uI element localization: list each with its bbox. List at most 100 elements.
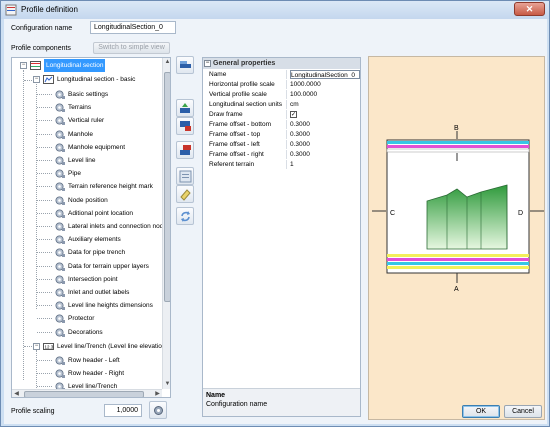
- property-key: Frame offset - left: [209, 140, 287, 149]
- tree-item-label: Basic settings: [68, 91, 109, 98]
- title-bar[interactable]: Profile definition ✕: [1, 1, 549, 19]
- add-row-icon: [180, 61, 191, 68]
- move-down-button[interactable]: [176, 117, 194, 135]
- config-name-label: Configuration name: [11, 25, 73, 32]
- tree-connector: [24, 80, 32, 81]
- description-title: Name: [206, 392, 226, 399]
- scroll-right-arrow-icon[interactable]: ▶: [153, 390, 162, 397]
- profile-scaling-input[interactable]: 1,0000: [104, 404, 142, 417]
- property-row[interactable]: Frame offset - left 0.3000: [203, 140, 360, 149]
- property-row[interactable]: Vertical profile scale 100.0000: [203, 90, 360, 99]
- tree-item-label: Auxiliary elements: [68, 236, 121, 243]
- property-row[interactable]: Frame offset - bottom 0.3000: [203, 120, 360, 129]
- switch-view-button[interactable]: Switch to simple view: [93, 42, 170, 54]
- tree-connector: [37, 134, 52, 135]
- gear-icon: [54, 234, 65, 245]
- tree-item-label: Data for terrain upper layers: [68, 263, 149, 270]
- collapse-root-icon[interactable]: −: [20, 62, 27, 69]
- tree-connector: [37, 160, 52, 161]
- profile-components-label: Profile components: [11, 45, 71, 52]
- property-value[interactable]: 0.3000: [290, 120, 360, 129]
- tree-vscroll-thumb[interactable]: [164, 72, 170, 302]
- property-key: Frame offset - top: [209, 130, 287, 139]
- description-text: Configuration name: [206, 401, 268, 408]
- tree-item-label: Row header - Left: [68, 357, 120, 364]
- scroll-down-arrow-icon[interactable]: ▼: [163, 380, 170, 389]
- draw-frame-checkbox[interactable]: ✓: [290, 111, 297, 118]
- profile-icon: [30, 60, 41, 71]
- offset-label-bottom: A: [454, 286, 459, 293]
- tree-connector: [37, 120, 52, 121]
- tree-horizontal-scrollbar[interactable]: ◀ ▶: [12, 389, 162, 397]
- add-component-button[interactable]: [176, 56, 194, 74]
- tree-connector: [37, 226, 52, 227]
- property-row[interactable]: Frame offset - right 0.3000: [203, 150, 360, 159]
- property-value[interactable]: ✓: [290, 110, 360, 119]
- elevation-icon: 12.3: [43, 341, 54, 352]
- cancel-button[interactable]: Cancel: [504, 405, 542, 418]
- property-row[interactable]: Frame offset - top 0.3000: [203, 130, 360, 139]
- scroll-up-arrow-icon[interactable]: ▲: [163, 58, 170, 67]
- properties-button[interactable]: [176, 167, 194, 185]
- svg-text:12.3: 12.3: [45, 345, 54, 350]
- tree-item-label: Pipe: [68, 170, 82, 177]
- property-value[interactable]: 100.0000: [290, 90, 360, 99]
- tree-item-label: Terrain reference height mark: [68, 183, 153, 190]
- top-band-white: [386, 148, 530, 153]
- property-value[interactable]: 1: [290, 160, 360, 169]
- tree-item-label: Level line/Trench (Level line elevation): [57, 343, 168, 350]
- gear-icon: [54, 208, 65, 219]
- move-up-button[interactable]: [176, 99, 194, 117]
- gear-icon: [54, 181, 65, 192]
- gear-icon: [54, 129, 65, 140]
- property-row[interactable]: Horizontal profile scale 1000.0000: [203, 80, 360, 89]
- scaling-settings-button[interactable]: [149, 401, 167, 419]
- remove-component-button[interactable]: [176, 141, 194, 159]
- property-row[interactable]: Draw frame ✓: [203, 110, 360, 119]
- refresh-button[interactable]: [176, 207, 194, 225]
- property-value[interactable]: 0.3000: [290, 150, 360, 159]
- property-key: Longitudinal section units: [209, 100, 287, 109]
- list-icon: [179, 170, 192, 183]
- general-properties-header[interactable]: − General properties: [203, 58, 360, 69]
- preview-drawing: B A C D: [372, 125, 544, 293]
- clear-button[interactable]: [176, 185, 194, 203]
- close-button[interactable]: ✕: [514, 2, 545, 16]
- property-value[interactable]: LongitudinalSection_0: [290, 70, 360, 79]
- property-row[interactable]: Referent terrain 1: [203, 160, 360, 169]
- collapse-group2-icon[interactable]: −: [33, 343, 40, 350]
- tree-item-label: Row header - Right: [68, 370, 124, 377]
- tree-item-label: Lateral inlets and connection nodes: [68, 223, 171, 230]
- tree-item-label: Intersection point: [68, 276, 118, 283]
- offset-label-right: D: [518, 210, 523, 217]
- gear-icon: [54, 155, 65, 166]
- gear-icon: [54, 274, 65, 285]
- property-row[interactable]: Name LongitudinalSection_0: [203, 70, 360, 79]
- tree-connector: [37, 200, 52, 201]
- property-value[interactable]: 0.3000: [290, 140, 360, 149]
- tree-connector: [37, 318, 52, 319]
- tree-connector: [37, 360, 52, 361]
- tree-item-label: Longitudinal section: [44, 59, 106, 72]
- collapse-icon[interactable]: −: [204, 60, 211, 67]
- property-row[interactable]: Longitudinal section units cm: [203, 100, 360, 109]
- ok-button[interactable]: OK: [462, 405, 500, 418]
- property-value[interactable]: 1000.0000: [290, 80, 360, 89]
- scroll-left-arrow-icon[interactable]: ◀: [12, 390, 21, 397]
- tree-vertical-scrollbar[interactable]: ▲ ▼: [162, 58, 170, 389]
- property-grid[interactable]: − General properties Name LongitudinalSec…: [202, 57, 361, 417]
- property-value[interactable]: cm: [290, 100, 360, 109]
- property-key: Frame offset - bottom: [209, 120, 287, 129]
- config-name-input[interactable]: LongitudinalSection_0: [90, 21, 176, 34]
- property-key: Referent terrain: [209, 160, 287, 169]
- profile-components-tree[interactable]: − Longitudinal section − Longitudinal secti…: [11, 57, 171, 398]
- tree-connector: [37, 94, 52, 95]
- tree-hscroll-thumb[interactable]: [24, 391, 144, 397]
- gear-icon: [54, 168, 65, 179]
- gear-icon: [54, 247, 65, 258]
- gear-icon: [54, 142, 65, 153]
- collapse-group-icon[interactable]: −: [33, 76, 40, 83]
- tree-connector: [37, 213, 52, 214]
- property-value[interactable]: 0.3000: [290, 130, 360, 139]
- profile-scaling-label: Profile scaling: [11, 408, 55, 415]
